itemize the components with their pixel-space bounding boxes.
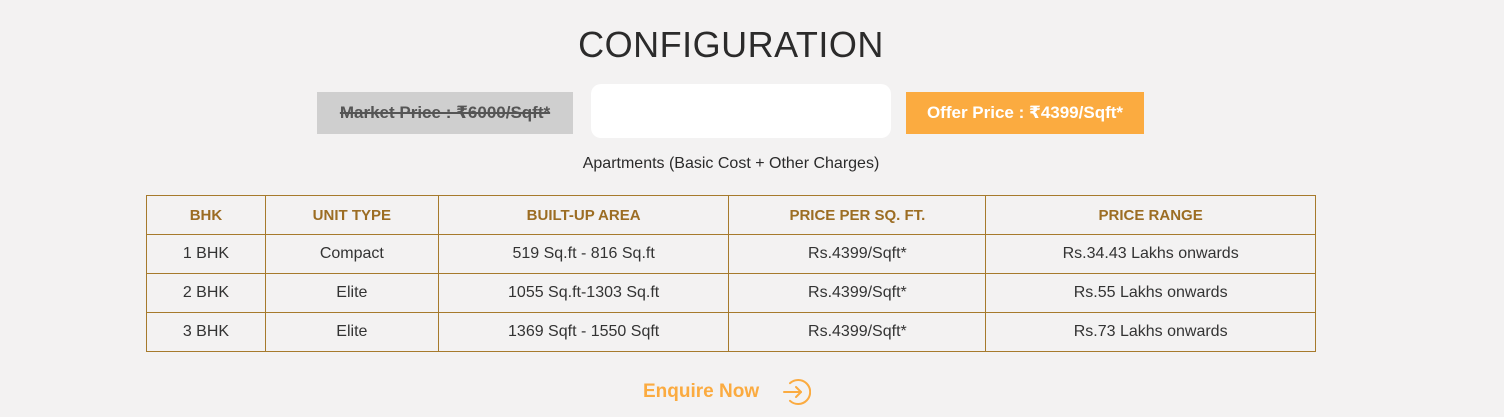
configuration-table: BHK UNIT TYPE BUILT-UP AREA PRICE PER SQ…	[146, 195, 1316, 352]
column-header-bhk: BHK	[146, 195, 266, 235]
enquire-now-button[interactable]: Enquire Now	[643, 376, 812, 408]
column-header-unit-type: UNIT TYPE	[264, 195, 439, 235]
cell-bhk: 2 BHK	[146, 273, 266, 313]
price-row: Market Price : ₹6000/Sqft* Offer Price :…	[0, 84, 1504, 140]
cell-price-range: Rs.55 Lakhs onwards	[985, 273, 1316, 313]
cell-price-range: Rs.34.43 Lakhs onwards	[985, 234, 1316, 274]
column-header-price-range: PRICE RANGE	[985, 195, 1316, 235]
cell-built-up-area: 1369 Sqft - 1550 Sqft	[437, 312, 730, 352]
cell-price-per-sqft: Rs.4399/Sqft*	[728, 312, 987, 352]
cell-unit-type: Elite	[264, 273, 439, 313]
enquire-now-label: Enquire Now	[643, 381, 760, 402]
table-row: 1 BHK Compact 519 Sq.ft - 816 Sq.ft Rs.4…	[146, 234, 1316, 274]
cell-built-up-area: 519 Sq.ft - 816 Sq.ft	[437, 234, 730, 274]
column-header-price-per-sqft: PRICE PER SQ. FT.	[728, 195, 987, 235]
cell-unit-type: Elite	[264, 312, 439, 352]
cell-price-per-sqft: Rs.4399/Sqft*	[728, 273, 987, 313]
blank-badge	[591, 84, 891, 138]
cell-price-range: Rs.73 Lakhs onwards	[985, 312, 1316, 352]
cell-unit-type: Compact	[264, 234, 439, 274]
configuration-section: CONFIGURATION Market Price : ₹6000/Sqft*…	[0, 0, 1504, 417]
offer-price-badge: Offer Price : ₹4399/Sqft*	[906, 92, 1144, 134]
market-price-badge: Market Price : ₹6000/Sqft*	[317, 92, 573, 134]
table-row: 2 BHK Elite 1055 Sq.ft-1303 Sq.ft Rs.439…	[146, 273, 1316, 313]
cell-bhk: 3 BHK	[146, 312, 266, 352]
table-header-row: BHK UNIT TYPE BUILT-UP AREA PRICE PER SQ…	[146, 195, 1316, 235]
cell-bhk: 1 BHK	[146, 234, 266, 274]
pricing-subtitle: Apartments (Basic Cost + Other Charges)	[582, 155, 880, 172]
arrow-right-circle-icon	[781, 377, 812, 407]
table-row: 3 BHK Elite 1369 Sqft - 1550 Sqft Rs.439…	[146, 312, 1316, 352]
cell-built-up-area: 1055 Sq.ft-1303 Sq.ft	[437, 273, 730, 313]
column-header-built-up-area: BUILT-UP AREA	[437, 195, 730, 235]
cell-price-per-sqft: Rs.4399/Sqft*	[728, 234, 987, 274]
page-title: CONFIGURATION	[578, 24, 884, 65]
